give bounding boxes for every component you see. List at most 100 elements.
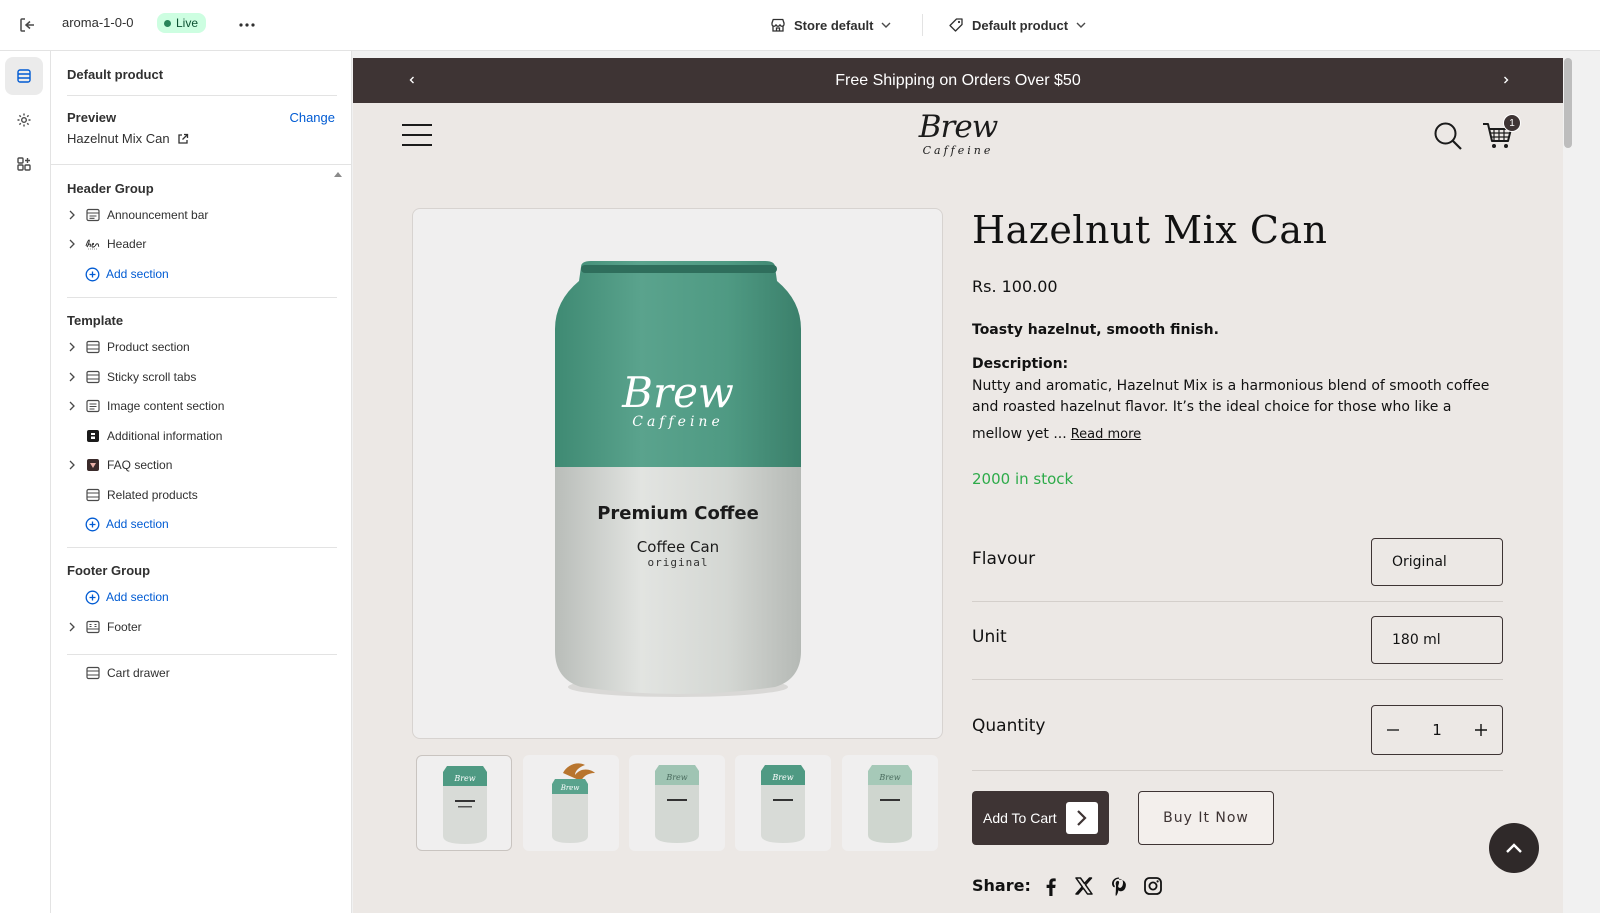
sections-sidebar: Default product Preview Change Hazelnut … xyxy=(51,51,352,913)
x-twitter-icon[interactable] xyxy=(1074,876,1094,896)
product-thumbnail[interactable]: Brew xyxy=(842,755,938,851)
product-thumbnail[interactable]: Brew xyxy=(523,755,619,851)
read-more-link[interactable]: Read more xyxy=(1071,427,1141,442)
preview-product[interactable]: Hazelnut Mix Can xyxy=(67,131,189,146)
add-to-cart-label: Add To Cart xyxy=(983,810,1057,826)
quantity-label: Quantity xyxy=(972,716,1046,736)
product-select-label: Default product xyxy=(972,17,1069,33)
faq-app-icon xyxy=(85,457,101,473)
store-select[interactable]: Store default xyxy=(770,12,891,38)
tag-icon xyxy=(948,17,964,33)
sidebar-item-footer[interactable]: Footer xyxy=(65,616,142,638)
plus-icon[interactable] xyxy=(1472,721,1490,739)
can-brand-sub: Caffeine xyxy=(632,414,724,430)
flavour-select[interactable]: Original xyxy=(1371,538,1503,586)
sidebar-item-sticky-scroll-tabs[interactable]: Sticky scroll tabs xyxy=(65,366,196,388)
chevron-right-icon[interactable] xyxy=(65,620,79,634)
preview-label: Preview xyxy=(67,110,117,125)
add-section-label: Add section xyxy=(106,517,169,531)
sidebar-item-product-section[interactable]: Product section xyxy=(65,336,190,358)
gear-icon[interactable] xyxy=(5,101,43,139)
preview-frame: Free Shipping on Orders Over $50 Brew Ca… xyxy=(353,58,1563,913)
chevron-right-icon[interactable] xyxy=(65,370,79,384)
sidebar-item-faq-section[interactable]: FAQ section xyxy=(65,454,172,476)
stock-status: 2000 in stock xyxy=(972,470,1074,488)
theme-name: aroma-1-0-0 xyxy=(62,15,134,30)
unit-select[interactable]: 180 ml xyxy=(1371,616,1503,664)
plus-circle-icon xyxy=(85,590,100,605)
store-icon xyxy=(770,17,786,33)
sidebar-item-label: Announcement bar xyxy=(107,208,209,222)
sections-icon[interactable] xyxy=(5,57,43,95)
sidebar-item-related-products[interactable]: Related products xyxy=(65,484,198,506)
flavour-label: Flavour xyxy=(972,549,1036,569)
product-thumbnail[interactable]: Brew xyxy=(629,755,725,851)
product-thumbnail[interactable]: Brew xyxy=(416,755,512,851)
product-thumbnail[interactable]: Brew xyxy=(735,755,831,851)
divider xyxy=(51,164,352,165)
svg-text:Brew: Brew xyxy=(665,773,687,782)
logo-sub: Caffeine xyxy=(922,144,994,157)
chevron-left-icon[interactable] xyxy=(403,71,421,89)
quantity-stepper[interactable]: 1 xyxy=(1371,705,1503,755)
chevron-right-icon[interactable] xyxy=(65,208,79,222)
divider xyxy=(67,547,337,548)
sidebar-item-cart-drawer[interactable]: Cart drawer xyxy=(65,662,170,684)
group-heading-header: Header Group xyxy=(67,181,154,196)
menu-icon[interactable] xyxy=(401,122,433,148)
instagram-icon[interactable] xyxy=(1143,876,1163,896)
more-actions-icon[interactable] xyxy=(234,12,260,38)
search-icon[interactable] xyxy=(1432,120,1464,152)
minus-icon[interactable] xyxy=(1384,721,1402,739)
external-link-icon[interactable] xyxy=(177,133,189,145)
add-section-button-header-group[interactable]: Add section xyxy=(85,263,169,285)
sidebar-item-header[interactable]: Header xyxy=(65,233,146,255)
back-to-top-button[interactable] xyxy=(1489,823,1539,873)
announcement-text: Free Shipping on Orders Over $50 xyxy=(835,71,1081,89)
pinterest-icon[interactable] xyxy=(1109,876,1129,896)
sidebar-item-label: Cart drawer xyxy=(107,666,170,680)
header-logo-icon xyxy=(85,236,101,252)
chevron-right-icon[interactable] xyxy=(65,458,79,472)
sidebar-item-image-content-section[interactable]: Image content section xyxy=(65,395,224,417)
product-price: Rs. 100.00 xyxy=(972,277,1058,296)
editor-rail xyxy=(0,51,51,913)
store-logo[interactable]: Brew Caffeine xyxy=(898,112,1018,162)
apps-icon[interactable] xyxy=(5,145,43,183)
divider xyxy=(922,14,923,36)
plus-circle-icon xyxy=(85,267,100,282)
sidebar-item-announcement-bar[interactable]: Announcement bar xyxy=(65,204,208,226)
chevron-right-icon[interactable] xyxy=(65,399,79,413)
sidebar-item-additional-information[interactable]: Additional information xyxy=(65,425,222,447)
facebook-icon[interactable] xyxy=(1041,876,1061,896)
add-to-cart-button[interactable]: Add To Cart xyxy=(972,791,1109,845)
add-section-button-footer-group[interactable]: Add section xyxy=(85,586,169,608)
preview-product-label: Hazelnut Mix Can xyxy=(67,131,170,146)
chevron-right-icon[interactable] xyxy=(65,237,79,251)
exit-icon[interactable] xyxy=(14,12,40,38)
section-icon xyxy=(85,665,101,681)
preview-scrollbar[interactable] xyxy=(1564,58,1572,148)
add-section-button-template[interactable]: Add section xyxy=(85,513,169,535)
announcement-bar-icon xyxy=(85,207,101,223)
quantity-value[interactable]: 1 xyxy=(1432,721,1442,739)
product-title: Hazelnut Mix Can xyxy=(972,208,1328,252)
change-link[interactable]: Change xyxy=(289,110,335,125)
buy-now-button[interactable]: Buy It Now xyxy=(1138,791,1274,845)
scroll-up-icon[interactable] xyxy=(333,170,343,180)
svg-text:Brew: Brew xyxy=(878,773,900,782)
chevron-down-icon xyxy=(1076,22,1086,28)
svg-text:Brew: Brew xyxy=(453,774,475,783)
product-template-select[interactable]: Default product xyxy=(948,12,1086,38)
description-text: Nutty and aromatic, Hazelnut Mix is a ha… xyxy=(972,378,1490,415)
chevron-right-icon[interactable] xyxy=(1497,71,1515,89)
chevron-right-icon[interactable] xyxy=(65,340,79,354)
sidebar-item-label: Related products xyxy=(107,488,198,502)
product-main-image[interactable]: Brew Caffeine Premium Coffee Coffee Can … xyxy=(412,208,943,739)
group-heading-footer: Footer Group xyxy=(67,563,151,578)
app-block-icon xyxy=(85,428,101,444)
store-preview: Free Shipping on Orders Over $50 Brew Ca… xyxy=(352,51,1600,913)
description-label: Description: xyxy=(972,356,1069,372)
live-label: Live xyxy=(176,16,199,30)
footer-icon xyxy=(85,619,101,635)
